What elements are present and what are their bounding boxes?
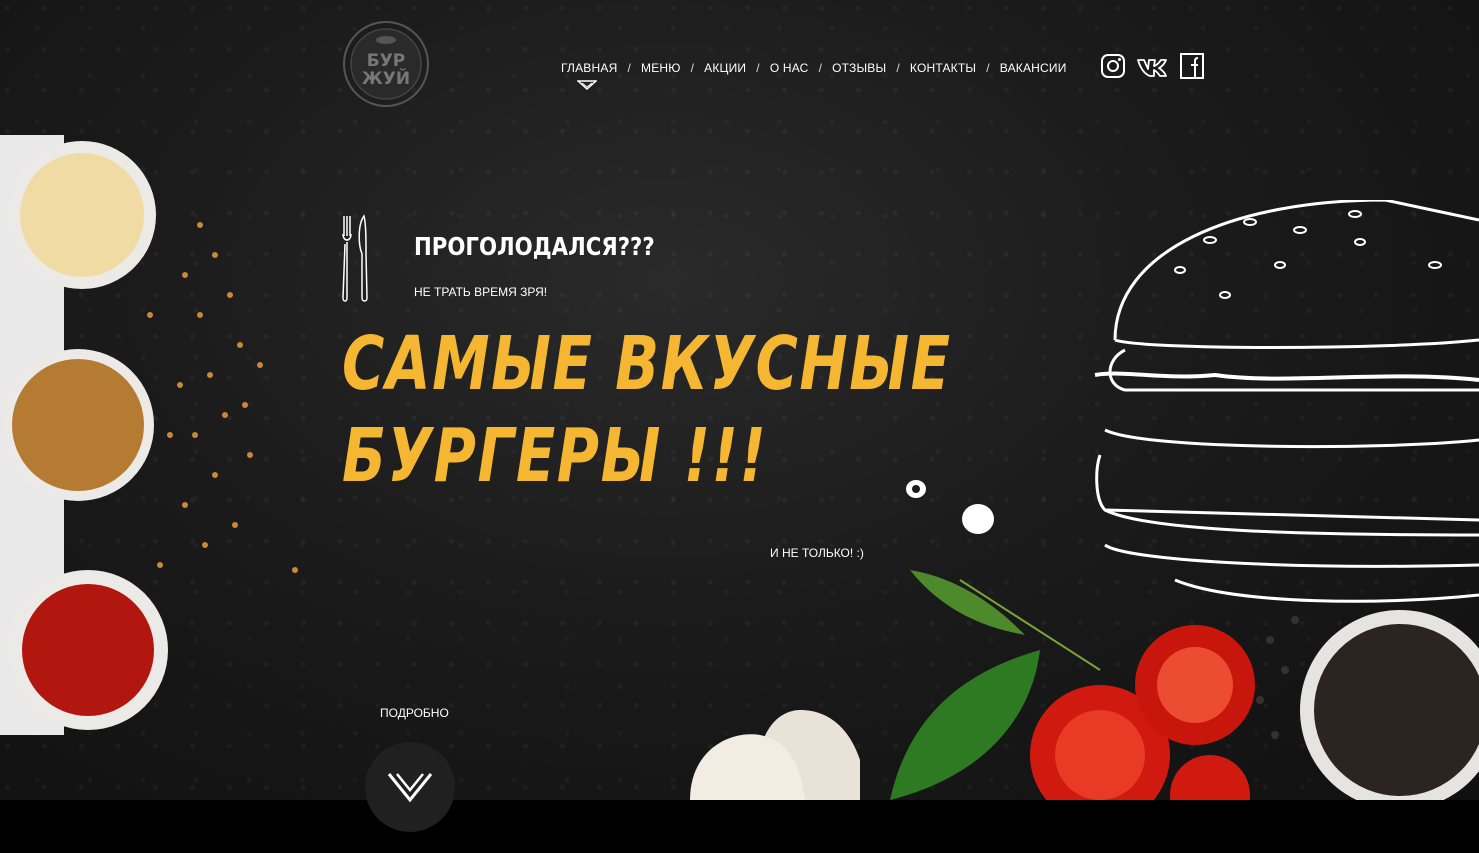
scroll-down-button[interactable] xyxy=(365,742,455,832)
nav-separator: / xyxy=(756,61,760,75)
vegetables-decor xyxy=(690,570,1479,800)
active-nav-marker-icon xyxy=(577,80,597,90)
hero-subtagline: НЕ ТРАТЬ ВРЕМЯ ЗРЯ! xyxy=(414,285,548,299)
decor-blob xyxy=(962,504,994,534)
more-link[interactable]: ПОДРОБНО xyxy=(380,706,449,720)
nav-separator: / xyxy=(818,61,823,75)
nav-item-menu[interactable]: МЕНЮ xyxy=(641,61,681,75)
chevron-down-icon xyxy=(387,773,433,803)
hero-headline: САМЫЕ ВКУСНЫЕ БУРГЕРЫ !!! xyxy=(342,318,952,502)
nav-item-about[interactable]: О НАС xyxy=(770,61,809,75)
logo[interactable]: БУР ЖУЙ xyxy=(342,20,430,108)
sauce-bowls-decor xyxy=(0,135,298,735)
hero-note: И НЕ ТОЛЬКО! :) xyxy=(770,546,864,560)
bottom-strip xyxy=(0,800,1479,853)
nav-separator: / xyxy=(627,61,631,75)
nav-item-contacts[interactable]: КОНТАКТЫ xyxy=(910,61,976,75)
decor-dot xyxy=(906,480,926,498)
hero-section: БУР ЖУЙ ГЛАВНАЯ / МЕНЮ / АКЦИИ / О НАС /… xyxy=(0,0,1479,800)
burger-sketch-illustration xyxy=(1094,200,1479,603)
headline-line-1: САМЫЕ ВКУСНЫЕ xyxy=(342,321,952,407)
nav-separator: / xyxy=(896,61,900,75)
cutlery-icon xyxy=(342,214,368,302)
headline-line-2: БУРГЕРЫ !!! xyxy=(342,413,768,499)
nav-item-vacancies[interactable]: ВАКАНСИИ xyxy=(1000,61,1067,75)
instagram-icon[interactable] xyxy=(1099,52,1127,80)
nav-separator: / xyxy=(690,61,695,75)
vk-icon[interactable] xyxy=(1136,52,1168,80)
main-nav: ГЛАВНАЯ / МЕНЮ / АКЦИИ / О НАС / ОТЗЫВЫ … xyxy=(561,61,1067,75)
nav-item-promotions[interactable]: АКЦИИ xyxy=(704,61,746,75)
hero-tagline: ПРОГОЛОДАЛСЯ??? xyxy=(414,232,655,261)
facebook-icon[interactable] xyxy=(1178,52,1206,80)
nav-item-home[interactable]: ГЛАВНАЯ xyxy=(561,61,617,75)
logo-line2: ЖУЙ xyxy=(362,67,410,89)
logo-line1: БУР xyxy=(367,51,406,71)
nav-separator: / xyxy=(986,61,990,75)
nav-item-reviews[interactable]: ОТЗЫВЫ xyxy=(832,61,886,75)
logo-badge: БУР ЖУЙ xyxy=(343,21,429,107)
